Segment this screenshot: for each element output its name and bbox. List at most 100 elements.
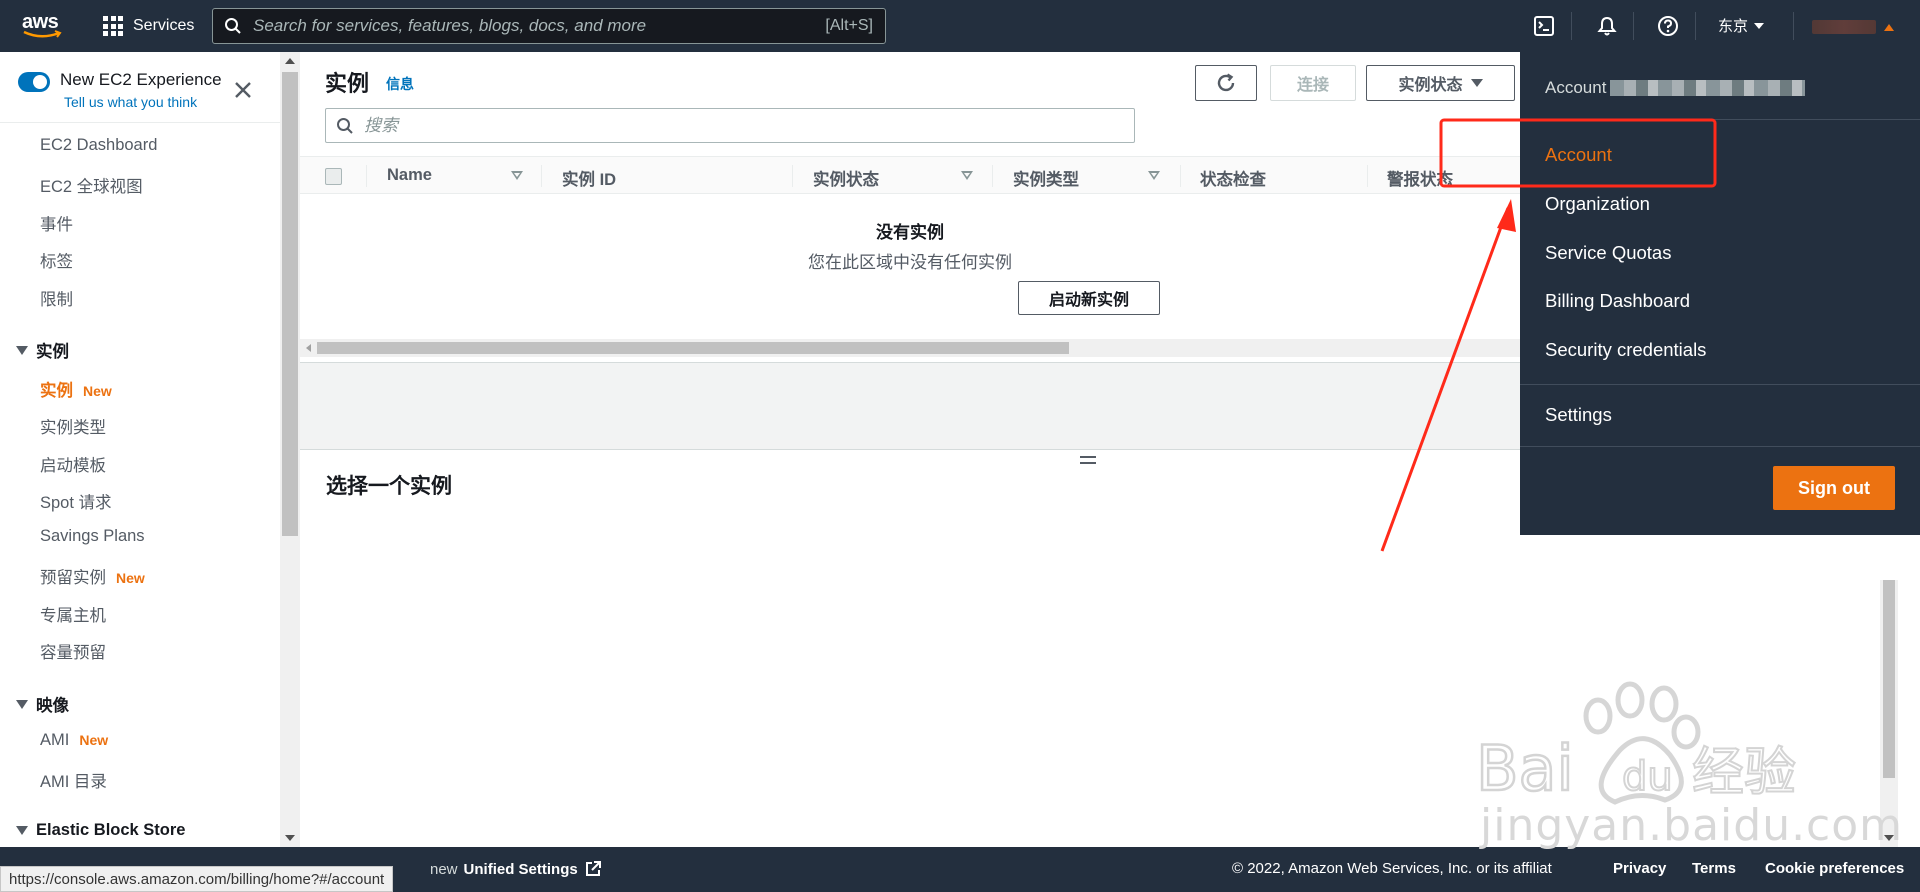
services-menu-button[interactable]: Services	[103, 14, 194, 38]
sidebar-item-reserved-instances[interactable]: 预留实例 New	[40, 564, 145, 588]
copyright-text: © 2022, Amazon Web Services, Inc. or its…	[1232, 860, 1552, 877]
sidebar-item-savings-plans[interactable]: Savings Plans	[40, 527, 145, 546]
sidebar-item-label: 实例	[40, 382, 73, 400]
column-header-alarm-status[interactable]: 警报状态	[1387, 166, 1453, 190]
browser-status-url: https://console.aws.amazon.com/billing/h…	[0, 866, 394, 892]
svg-text:du: du	[1622, 754, 1673, 800]
sidebar-item-dedicated-hosts[interactable]: 专属主机	[40, 602, 106, 626]
scrollbar-thumb[interactable]	[1883, 580, 1895, 778]
aws-logo[interactable]: aws	[20, 10, 64, 42]
sidebar-section-ebs[interactable]: Elastic Block Store	[16, 821, 185, 840]
scrollbar-thumb[interactable]	[317, 342, 1069, 354]
unified-prefix: new	[430, 860, 458, 878]
sidebar-item-capacity-reservations[interactable]: 容量预留	[40, 639, 106, 663]
sidebar-item-limits[interactable]: 限制	[40, 286, 73, 310]
sidebar-item-spot-requests[interactable]: Spot 请求	[40, 489, 112, 513]
collapse-icon	[16, 345, 28, 355]
scroll-down-arrow-icon[interactable]	[285, 835, 295, 841]
cookie-preferences-link[interactable]: Cookie preferences	[1765, 860, 1904, 877]
new-experience-toggle[interactable]	[18, 72, 50, 92]
help-icon[interactable]	[1656, 14, 1680, 38]
info-link[interactable]: 信息	[386, 74, 414, 94]
account-id-label: Account	[1545, 78, 1607, 97]
launch-instance-button[interactable]: 启动新实例	[1018, 281, 1160, 315]
menu-item-security-credentials[interactable]: Security credentials	[1545, 339, 1706, 361]
menu-item-organization[interactable]: Organization	[1545, 193, 1650, 215]
column-header-status-check[interactable]: 状态检查	[1200, 166, 1266, 190]
menu-item-service-quotas[interactable]: Service Quotas	[1545, 242, 1671, 264]
sign-out-button[interactable]: Sign out	[1773, 466, 1895, 510]
global-search-input[interactable]	[253, 16, 826, 36]
select-all-checkbox[interactable]	[325, 168, 342, 185]
region-selector[interactable]: 东京	[1718, 15, 1765, 36]
sidebar: New EC2 Experience Tell us what you thin…	[0, 52, 280, 847]
scroll-up-arrow-icon[interactable]	[285, 58, 295, 64]
close-icon[interactable]	[233, 80, 253, 100]
column-header-instance-id[interactable]: 实例 ID	[562, 166, 616, 190]
menu-item-settings[interactable]: Settings	[1545, 404, 1612, 426]
sidebar-item-events[interactable]: 事件	[40, 211, 73, 235]
column-divider	[1367, 165, 1368, 187]
column-divider	[792, 165, 793, 187]
sidebar-item-ami[interactable]: AMI New	[40, 731, 108, 750]
feedback-link[interactable]: Tell us what you think	[64, 94, 197, 110]
sidebar-section-images[interactable]: 映像	[16, 692, 69, 716]
sidebar-item-ami-catalog[interactable]: AMI 目录	[40, 768, 107, 792]
sidebar-item-global-view[interactable]: EC2 全球视图	[40, 173, 143, 197]
sidebar-item-ec2-dashboard[interactable]: EC2 Dashboard	[40, 136, 157, 155]
resize-handle-icon[interactable]	[1080, 456, 1096, 466]
region-label: 东京	[1718, 18, 1749, 35]
new-experience-title: New EC2 Experience	[60, 70, 222, 89]
page-title: 实例	[325, 71, 370, 96]
global-search-bar[interactable]: [Alt+S]	[212, 8, 886, 44]
privacy-link[interactable]: Privacy	[1613, 860, 1666, 877]
table-horizontal-scrollbar[interactable]	[300, 339, 1525, 357]
sort-icon[interactable]	[961, 171, 973, 180]
column-header-instance-state[interactable]: 实例状态	[813, 166, 879, 190]
sidebar-item-instance-types[interactable]: 实例类型	[40, 414, 106, 438]
unified-settings-notice: new Unified Settings	[430, 860, 602, 878]
terms-link[interactable]: Terms	[1692, 860, 1736, 877]
menu-divider	[1520, 119, 1920, 120]
nav-divider	[1793, 12, 1794, 40]
refresh-button[interactable]	[1195, 65, 1257, 101]
sidebar-item-instances[interactable]: 实例 New	[40, 377, 112, 401]
sidebar-divider	[0, 122, 280, 123]
detail-panel-title: 选择一个实例	[326, 475, 452, 498]
account-menu-button[interactable]	[1812, 18, 1898, 36]
new-experience-banner: New EC2 Experience Tell us what you thin…	[18, 68, 263, 120]
sidebar-item-label: 预留实例	[40, 569, 106, 587]
svg-text:经验: 经验	[1692, 743, 1796, 803]
unified-settings-link[interactable]: Unified Settings	[464, 861, 578, 878]
sidebar-item-tags[interactable]: 标签	[40, 248, 73, 272]
menu-item-account[interactable]: Account	[1545, 144, 1612, 166]
sort-icon[interactable]	[511, 171, 523, 180]
column-divider	[1180, 165, 1181, 187]
empty-state-title: 没有实例	[876, 223, 944, 242]
sort-icon[interactable]	[1148, 171, 1160, 180]
sidebar-scrollbar[interactable]	[280, 52, 300, 847]
new-badge: New	[83, 383, 112, 399]
scroll-left-arrow-icon[interactable]	[306, 344, 311, 352]
refresh-icon	[1217, 73, 1235, 92]
bell-icon[interactable]	[1595, 14, 1619, 38]
empty-state-subtitle: 您在此区域中没有任何实例	[808, 253, 1012, 272]
aws-smile-icon	[23, 30, 62, 38]
connect-button[interactable]: 连接	[1270, 65, 1356, 101]
instance-state-dropdown[interactable]: 实例状态	[1366, 65, 1515, 101]
grid-icon	[103, 16, 123, 36]
scrollbar-thumb[interactable]	[282, 72, 298, 536]
cloudshell-icon[interactable]	[1532, 14, 1556, 38]
nav-divider	[1633, 12, 1634, 40]
sidebar-item-launch-templates[interactable]: 启动模板	[40, 452, 106, 476]
menu-item-billing-dashboard[interactable]: Billing Dashboard	[1545, 290, 1690, 312]
search-icon	[326, 117, 364, 135]
column-header-instance-type[interactable]: 实例类型	[1013, 166, 1079, 190]
sidebar-section-instances[interactable]: 实例	[16, 338, 69, 362]
column-header-name[interactable]: Name	[387, 166, 432, 185]
instance-search-input[interactable]	[364, 115, 1134, 136]
section-title: 映像	[36, 697, 69, 715]
instance-search-bar[interactable]	[325, 108, 1135, 143]
menu-divider	[1520, 384, 1920, 385]
column-divider	[992, 165, 993, 187]
